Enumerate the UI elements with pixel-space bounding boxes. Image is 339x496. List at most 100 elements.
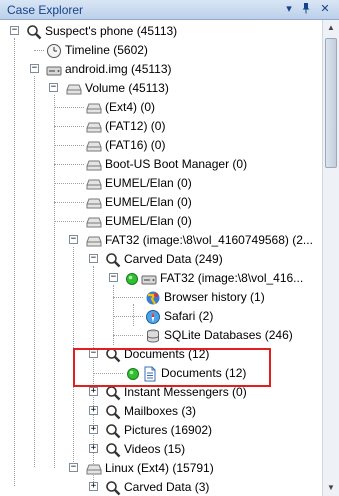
drive-icon	[86, 157, 102, 173]
drive-icon	[86, 214, 102, 230]
tree-item-label: (FAT16) (0)	[105, 138, 166, 152]
tree-item-label: Safari (2)	[164, 309, 214, 323]
drive-icon	[86, 461, 102, 477]
tree-item-linux-ext4[interactable]: − Linux (Ext4) (15791)	[0, 459, 322, 478]
vertical-scrollbar[interactable]: ▲ ▼	[322, 20, 339, 496]
search-icon	[105, 442, 121, 458]
tree-item-label: Timeline (5602)	[65, 43, 148, 57]
tree-item-label: Mailboxes (3)	[124, 404, 197, 418]
expand-toggle[interactable]: +	[89, 406, 98, 415]
tree-item-label: Boot-US Boot Manager (0)	[105, 157, 248, 171]
collapse-toggle[interactable]: −	[30, 64, 39, 73]
collapse-toggle[interactable]: −	[49, 83, 58, 92]
tree-item-eumel-2[interactable]: EUMEL/Elan (0)	[0, 193, 322, 212]
collapse-toggle[interactable]: −	[89, 254, 98, 263]
tree-item-suspects-phone[interactable]: − Suspect's phone (45113)	[0, 22, 322, 41]
search-icon	[26, 24, 42, 40]
tree-item-boot-us[interactable]: Boot-US Boot Manager (0)	[0, 155, 322, 174]
close-icon[interactable]: ✕	[318, 2, 332, 16]
tree-item-label: SQLite Databases (246)	[164, 328, 293, 342]
tree-item-label: EUMEL/Elan (0)	[105, 176, 192, 190]
drive-icon	[66, 81, 82, 97]
tree-item-label: FAT32 (image:\8\vol_4160749568) (2...	[105, 233, 313, 247]
collapse-toggle[interactable]: −	[69, 463, 78, 472]
collapse-toggle[interactable]: −	[89, 349, 98, 358]
tree-item-mailboxes[interactable]: + Mailboxes (3)	[0, 402, 322, 421]
search-icon	[105, 423, 121, 439]
tree-item-label: Documents (12)	[124, 347, 210, 361]
tree-item-fat32-volume[interactable]: − FAT32 (image:\8\vol_4160749568) (2...	[0, 231, 322, 250]
search-icon	[105, 385, 121, 401]
scroll-up-icon[interactable]: ▲	[323, 20, 339, 36]
search-icon	[105, 480, 121, 496]
panel-titlebar: Case Explorer ▾ ✕	[0, 0, 339, 20]
tree-item-label: EUMEL/Elan (0)	[105, 214, 192, 228]
tree-item-label: Suspect's phone (45113)	[45, 24, 178, 38]
tree-item-label: EUMEL/Elan (0)	[105, 195, 192, 209]
drive-icon	[86, 100, 102, 116]
expand-toggle[interactable]: +	[89, 387, 98, 396]
drive-icon	[86, 176, 102, 192]
dropdown-icon[interactable]: ▾	[282, 2, 296, 16]
tree-item-videos[interactable]: + Videos (15)	[0, 440, 322, 459]
tree-item-label: Linux (Ext4) (15791)	[105, 461, 214, 475]
tree-item-timeline[interactable]: Timeline (5602)	[0, 41, 322, 60]
tree-item-eumel-1[interactable]: EUMEL/Elan (0)	[0, 174, 322, 193]
tree-item-eumel-3[interactable]: EUMEL/Elan (0)	[0, 212, 322, 231]
tree-item-fat12[interactable]: (FAT12) (0)	[0, 117, 322, 136]
tree-item-fat16[interactable]: (FAT16) (0)	[0, 136, 322, 155]
browser-icon	[145, 290, 161, 306]
tree-item-documents-category[interactable]: − Documents (12)	[0, 345, 322, 364]
tree-item-label: android.img (45113)	[65, 62, 172, 76]
drive-icon	[86, 233, 102, 249]
tree-item-label: Carved Data (249)	[124, 252, 223, 266]
tree-item-label: Browser history (1)	[164, 290, 265, 304]
drive-icon	[86, 138, 102, 154]
expand-toggle[interactable]: +	[89, 425, 98, 434]
tree-item-volume[interactable]: − Volume (45113)	[0, 79, 322, 98]
collapse-toggle[interactable]: −	[69, 235, 78, 244]
search-icon	[105, 404, 121, 420]
tree-item-label: (FAT12) (0)	[105, 119, 166, 133]
tree-item-label: Documents (12)	[161, 366, 247, 380]
scrollbar-thumb[interactable]	[325, 38, 337, 168]
tree-item-android-img[interactable]: − android.img (45113)	[0, 60, 322, 79]
tree-item-instant-messengers[interactable]: + Instant Messengers (0)	[0, 383, 322, 402]
drive-icon	[86, 119, 102, 135]
disk-image-icon	[141, 271, 157, 287]
collapse-toggle[interactable]: −	[109, 273, 118, 282]
tree-item-label: Pictures (16902)	[124, 423, 213, 437]
tree-item-carved-data[interactable]: − Carved Data (249)	[0, 250, 322, 269]
tree-item-label: Carved Data (3)	[124, 480, 210, 494]
tree-item-label: Volume (45113)	[85, 81, 169, 95]
panel-title: Case Explorer	[7, 3, 84, 17]
status-green-dot-icon	[125, 366, 141, 382]
scroll-down-icon[interactable]: ▼	[323, 480, 339, 496]
tree-item-ext4[interactable]: (Ext4) (0)	[0, 98, 322, 117]
tree-item-label: (Ext4) (0)	[105, 100, 156, 114]
safari-icon	[145, 309, 161, 325]
database-icon	[145, 328, 161, 344]
clock-icon	[46, 43, 62, 59]
status-green-dot-icon	[124, 271, 140, 287]
pin-icon[interactable]	[299, 2, 313, 16]
expand-toggle[interactable]: +	[89, 444, 98, 453]
tree-item-label: FAT32 (image:\8\vol_416...	[160, 271, 304, 285]
collapse-toggle[interactable]: −	[10, 26, 19, 35]
tree-item-fat32-carved[interactable]: − FAT32 (image:\8\vol_416...	[0, 269, 322, 288]
search-icon	[105, 347, 121, 363]
tree-item-carved-data-linux[interactable]: + Carved Data (3)	[0, 478, 322, 496]
tree-item-pictures[interactable]: + Pictures (16902)	[0, 421, 322, 440]
tree-item-label: Instant Messengers (0)	[124, 385, 247, 399]
tree-item-sqlite[interactable]: SQLite Databases (246)	[0, 326, 322, 345]
search-icon	[105, 252, 121, 268]
tree-item-label: Videos (15)	[124, 442, 186, 456]
case-explorer-tree: − Suspect's phone (45113) Timeline (5602…	[0, 20, 322, 496]
tree-item-browser-history[interactable]: Browser history (1)	[0, 288, 322, 307]
tree-item-safari[interactable]: Safari (2)	[0, 307, 322, 326]
expand-toggle[interactable]: +	[89, 482, 98, 491]
drive-icon	[86, 195, 102, 211]
disk-image-icon	[46, 62, 62, 78]
document-icon	[142, 366, 158, 382]
tree-item-documents-file[interactable]: Documents (12)	[0, 364, 322, 383]
